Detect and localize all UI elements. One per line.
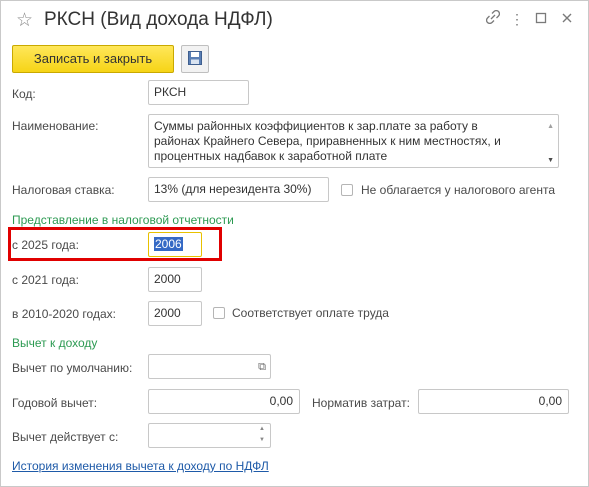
spin-down-icon[interactable]: ▼ [259, 436, 265, 444]
name-line-1: Суммы районных коэффициентов к зар.плате… [154, 119, 478, 133]
code-input[interactable]: РКСН [148, 80, 249, 105]
scroll-down-icon[interactable]: ▼ [547, 153, 554, 167]
labor-payment-checkbox[interactable] [213, 307, 225, 319]
name-textarea[interactable]: Суммы районных коэффициентов к зар.плате… [148, 114, 559, 168]
from-2025-input[interactable]: 2006 [148, 232, 202, 257]
from-2025-label: с 2025 года: [12, 238, 79, 252]
spin-up-icon[interactable]: ▲ [259, 425, 265, 433]
name-label: Наименование: [12, 119, 99, 133]
deduction-valid-from-input[interactable]: ▲ ▼ [148, 423, 271, 448]
not-taxed-checkbox[interactable] [341, 184, 353, 196]
from-2021-label: с 2021 года: [12, 273, 79, 287]
link-icon[interactable] [484, 9, 502, 28]
favorite-star-icon[interactable]: ☆ [16, 9, 33, 32]
default-deduction-label: Вычет по умолчанию: [12, 361, 133, 375]
floppy-disk-icon [188, 51, 202, 65]
scroll-up-icon[interactable]: ▲ [547, 119, 554, 134]
tax-rate-label: Налоговая ставка: [12, 183, 115, 197]
history-link[interactable]: История изменения вычета к доходу по НДФ… [12, 459, 269, 473]
close-icon[interactable] [558, 10, 576, 28]
window-title: РКСН (Вид дохода НДФЛ) [44, 9, 273, 30]
deduction-valid-from-label: Вычет действует с: [12, 430, 119, 444]
labor-payment-label: Соответствует оплате труда [232, 306, 389, 320]
annual-deduction-label: Годовой вычет: [12, 396, 98, 410]
default-deduction-input[interactable]: ⧉ [148, 354, 271, 379]
more-menu-icon[interactable]: ⋮ [508, 10, 526, 28]
y2010-2020-input[interactable]: 2000 [148, 301, 202, 326]
expense-norm-input[interactable]: 0,00 [418, 389, 569, 414]
tax-rate-input[interactable]: 13% (для нерезидента 30%) [148, 177, 329, 202]
deduction-section-title: Вычет к доходу [12, 336, 98, 350]
save-button[interactable] [181, 45, 209, 73]
annual-deduction-input[interactable]: 0,00 [148, 389, 300, 414]
save-and-close-button[interactable]: Записать и закрыть [12, 45, 174, 73]
name-line-3: процентных надбавок к заработной плате [154, 149, 388, 163]
open-form-icon[interactable]: ⧉ [258, 356, 266, 378]
y2010-2020-label: в 2010-2020 годах: [12, 307, 116, 321]
maximize-icon[interactable] [532, 10, 550, 28]
reporting-section-title: Представление в налоговой отчетности [12, 213, 234, 227]
code-label: Код: [12, 87, 36, 101]
from-2021-input[interactable]: 2000 [148, 267, 202, 292]
from-2025-selected-text: 2006 [154, 237, 183, 251]
not-taxed-label: Не облагается у налогового агента [361, 183, 556, 197]
name-line-2: районах Крайнего Севера, приравненных к … [154, 134, 501, 148]
expense-norm-label: Норматив затрат: [312, 396, 410, 410]
